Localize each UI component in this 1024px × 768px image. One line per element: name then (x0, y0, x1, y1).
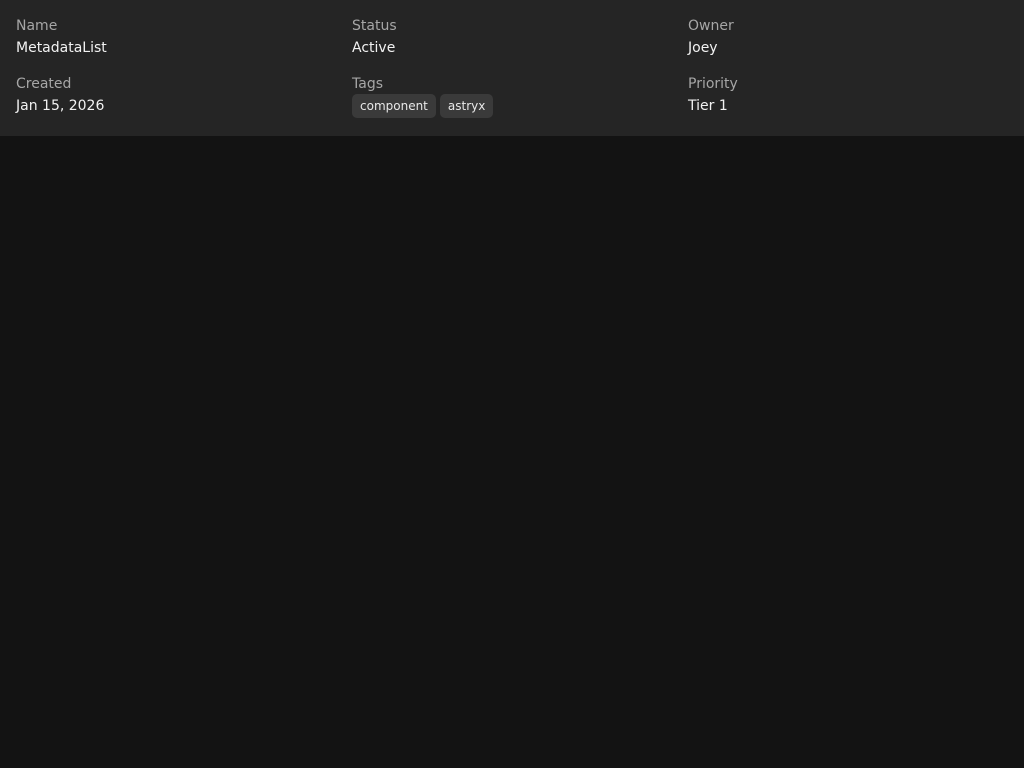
field-created-label: Created (16, 76, 72, 92)
field-owner-label: Owner (688, 18, 734, 34)
field-status: Status Active (352, 17, 688, 75)
field-priority: Priority Tier 1 (688, 75, 1008, 133)
field-status-value: Active (352, 40, 396, 56)
field-created: Created Jan 15, 2026 (16, 75, 352, 133)
field-name-label: Name (16, 18, 58, 34)
metadata-grid: Name MetadataList Status Active Owner Jo… (16, 0, 1008, 133)
field-priority-value: Tier 1 (688, 98, 728, 114)
field-tags: Tags component astryx (352, 75, 688, 133)
field-name-value: MetadataList (16, 40, 107, 56)
field-created-value: Jan 15, 2026 (16, 98, 105, 114)
tag-list: component astryx (352, 94, 688, 118)
field-priority-label: Priority (688, 76, 738, 92)
metadata-list: Name MetadataList Status Active Owner Jo… (0, 0, 1024, 136)
field-owner-value: Joey (688, 40, 718, 56)
field-status-label: Status (352, 18, 397, 34)
field-owner: Owner Joey (688, 17, 1008, 75)
field-tags-label: Tags (352, 76, 383, 92)
tag-astryx: astryx (439, 94, 494, 118)
field-name: Name MetadataList (16, 17, 352, 75)
tag-component: component (352, 94, 436, 118)
